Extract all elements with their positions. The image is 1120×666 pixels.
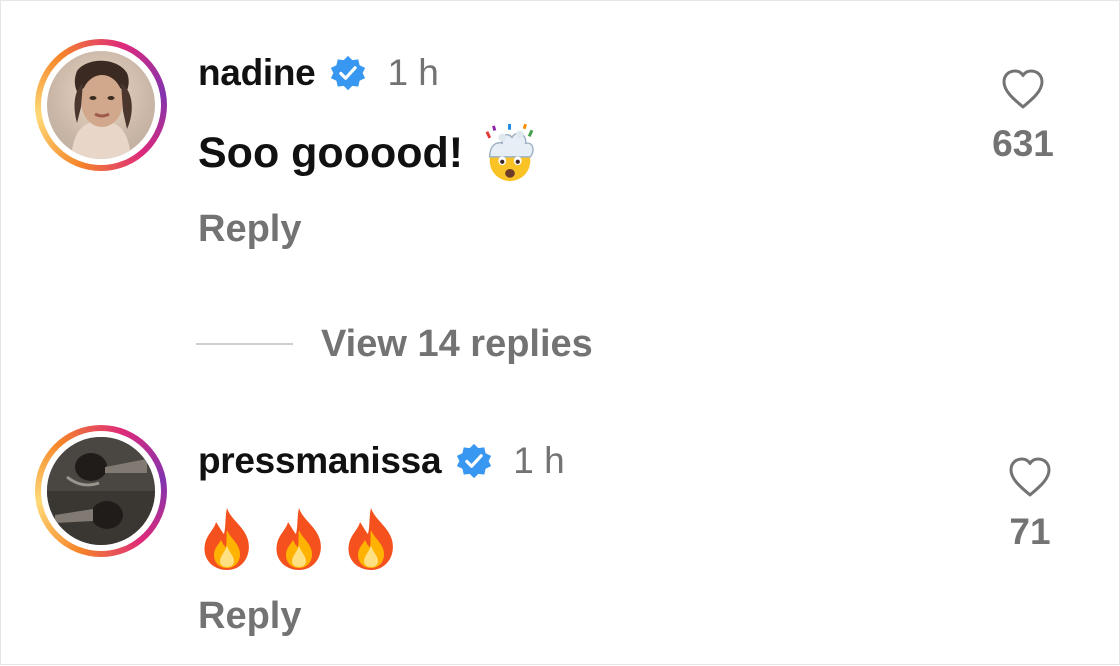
comment-time: 1 h — [387, 52, 439, 93]
avatar-photo — [47, 51, 155, 159]
reply-button[interactable]: Reply — [198, 208, 301, 251]
like-count: 71 — [1009, 511, 1051, 552]
avatar-portrait-icon — [71, 60, 132, 159]
heart-outline-icon[interactable] — [999, 67, 1047, 111]
fire-emoji-icon — [348, 508, 393, 570]
like-control: 71 — [980, 455, 1080, 553]
reply-button[interactable]: Reply — [198, 595, 301, 638]
heart-outline-icon[interactable] — [1006, 455, 1054, 499]
avatar-border — [41, 431, 161, 551]
verified-badge-icon — [331, 55, 366, 91]
username[interactable]: nadine — [198, 52, 316, 94]
fire-emoji-icon — [276, 508, 321, 570]
comment-body: Soo gooood! — [198, 128, 464, 177]
exploding-head-emoji-icon — [485, 123, 534, 182]
view-replies-divider — [196, 343, 293, 345]
comment-item: pressmanissa 1 h Reply 71 — [1, 401, 1120, 666]
avatar[interactable] — [35, 39, 167, 171]
avatar-portrait-icon — [47, 437, 155, 545]
comment-item: nadine 1 h Soo gooood! Reply 631 — [1, 1, 1120, 291]
comments-panel: nadine 1 h Soo gooood! Reply 631 View 14… — [0, 0, 1120, 665]
like-count: 631 — [992, 123, 1054, 164]
view-replies-label: View 14 replies — [321, 322, 593, 365]
avatar-photo — [47, 437, 155, 545]
avatar-border — [41, 45, 161, 165]
comment-header: pressmanissa 1 h — [198, 436, 565, 486]
username[interactable]: pressmanissa — [198, 440, 442, 482]
avatar[interactable] — [35, 425, 167, 557]
comment-text: Soo gooood! — [198, 123, 541, 183]
comment-text — [198, 508, 414, 570]
view-replies-button[interactable]: View 14 replies — [196, 319, 593, 369]
like-control: 631 — [973, 67, 1073, 165]
verified-badge-icon — [457, 443, 492, 479]
comment-time: 1 h — [513, 440, 565, 481]
comment-header: nadine 1 h — [198, 48, 439, 98]
fire-emoji-icon — [204, 508, 249, 570]
